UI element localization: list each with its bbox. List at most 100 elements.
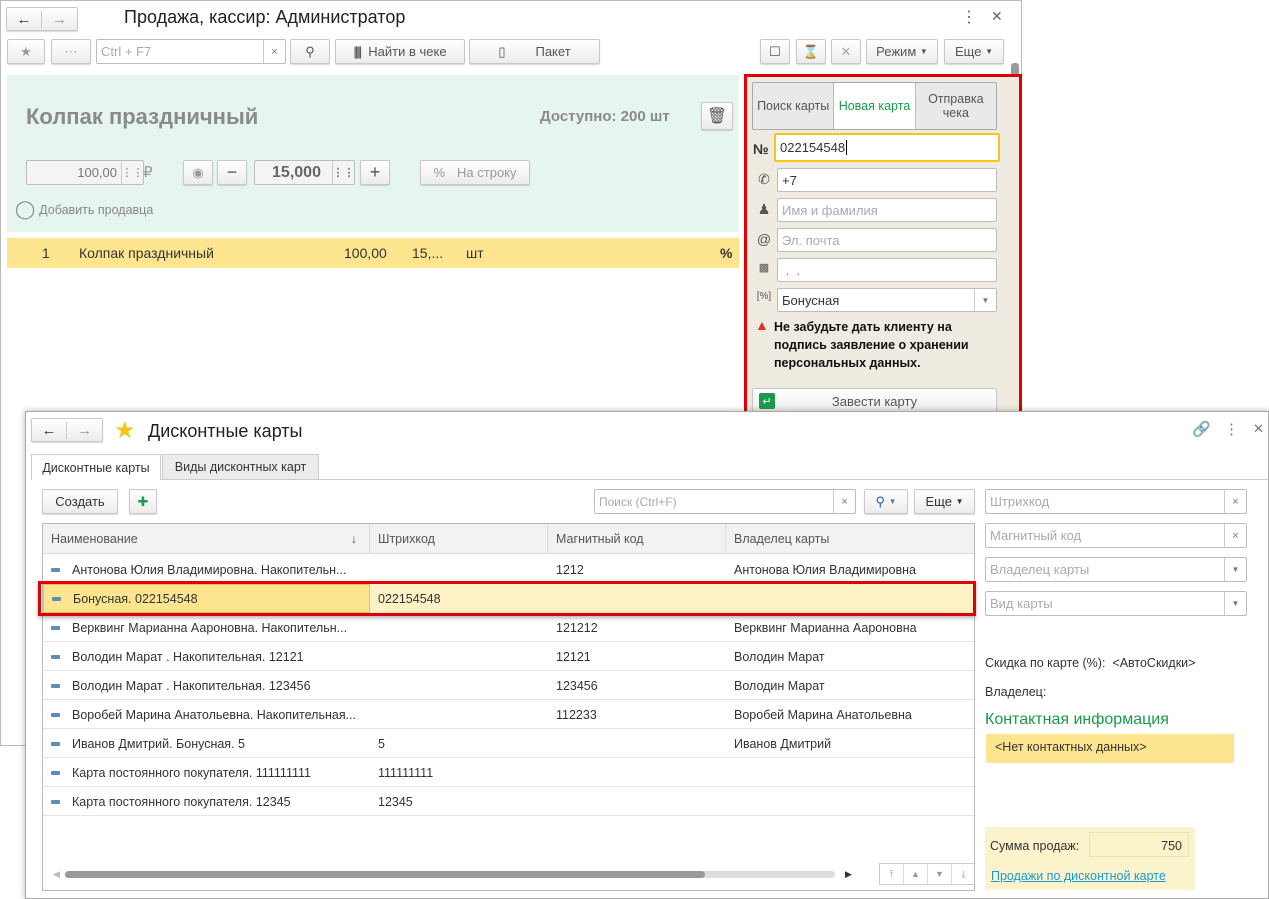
create-button[interactable]: Создать xyxy=(42,489,118,514)
forward-icon[interactable]: → xyxy=(67,422,102,439)
table-row[interactable]: Володин Марат . Накопительная. 123456 123… xyxy=(43,671,974,700)
owner-filter[interactable]: Владелец карты ▼ xyxy=(985,557,1247,582)
product-name: Колпак праздничный xyxy=(26,104,259,129)
keypad-button[interactable]: ⋯ xyxy=(51,39,91,64)
more-button[interactable]: Еще ▼ xyxy=(914,489,975,514)
tab-card-types[interactable]: Виды дисконтных карт xyxy=(162,454,319,480)
down-icon[interactable]: ▼ xyxy=(928,864,952,884)
copy-button[interactable]: ✚ xyxy=(129,489,157,514)
sales-label: Сумма продаж: xyxy=(990,839,1080,853)
scroll-left-icon[interactable]: ◀ xyxy=(53,869,60,880)
tab-search-card[interactable]: Поиск карты xyxy=(753,83,835,129)
dropdown-icon: ▼ xyxy=(985,47,993,56)
label: Еще xyxy=(925,494,952,509)
add-seller-link[interactable]: ◯ Добавить продавца xyxy=(15,199,153,220)
last-icon[interactable]: ⤓ xyxy=(952,864,974,884)
table-row[interactable]: Иванов Дмитрий. Бонусная. 5 5 Иванов Дмитр… xyxy=(43,729,974,758)
forward-icon[interactable]: → xyxy=(42,11,77,28)
search-button[interactable]: ⚲ xyxy=(290,39,330,64)
more-menu-icon[interactable]: ⋮ xyxy=(1224,420,1239,438)
dropdown-icon: ▼ xyxy=(888,497,897,506)
back-icon[interactable]: ← xyxy=(32,421,68,439)
barcode-filter[interactable]: Штрихкод × xyxy=(985,489,1247,514)
keypad-icon[interactable]: ⋮⋮ xyxy=(332,161,355,184)
postpone-button[interactable]: ⌛ xyxy=(796,39,826,64)
favorite-button[interactable]: ★ xyxy=(7,39,45,64)
card-icon xyxy=(51,741,60,746)
cell-name: Володин Марат . Накопительная. 123456 xyxy=(43,671,370,700)
bag-icon: ▯ xyxy=(498,43,506,59)
scroll-right-icon[interactable]: ▶ xyxy=(845,869,852,880)
package-button[interactable]: ▯ Пакет xyxy=(469,39,600,64)
comment-button[interactable]: ☐ xyxy=(760,39,790,64)
tab-send-receipt[interactable]: Отправка чека xyxy=(916,83,996,129)
placeholder: Владелец карты xyxy=(990,562,1090,577)
column-name[interactable]: Наименование ↓ xyxy=(43,524,370,554)
price-input[interactable]: 100,00 ⋮⋮ xyxy=(26,160,144,185)
clear-icon[interactable]: × xyxy=(263,40,285,63)
search-options-button[interactable]: ⚲ ▼ xyxy=(864,489,908,514)
table-row[interactable]: Карта постоянного покупателя. 111111111 1… xyxy=(43,758,974,787)
dropdown-icon[interactable]: ▼ xyxy=(974,289,996,311)
line-price: 100,00 xyxy=(344,245,387,261)
card-icon xyxy=(51,654,60,659)
column-magnetic[interactable]: Магнитный код xyxy=(548,524,726,554)
dropdown-icon[interactable]: ▼ xyxy=(1224,558,1246,581)
up-icon[interactable]: ▲ xyxy=(904,864,928,884)
receipt-line[interactable]: 1 Колпак праздничный 100,00 15,... шт % xyxy=(7,238,739,268)
card-type-filter[interactable]: Вид карты ▼ xyxy=(985,591,1247,616)
first-icon[interactable]: ⤒ xyxy=(880,864,904,884)
table-row[interactable]: Володин Марат . Накопительная. 12121 1212… xyxy=(43,642,974,671)
mode-button[interactable]: Режим ▼ xyxy=(866,39,938,64)
delete-button[interactable]: 🗑 xyxy=(701,102,733,130)
more-menu-icon[interactable]: ⋮ xyxy=(961,7,977,27)
cell-name: Воробей Марина Анатольевна. Накопительна… xyxy=(43,700,370,729)
email-input[interactable]: Эл. почта xyxy=(777,228,997,252)
decrease-button[interactable]: − xyxy=(217,160,247,185)
selected-row-frame xyxy=(38,581,976,616)
table-row[interactable]: Воробей Марина Анатольевна. Накопительна… xyxy=(43,700,974,729)
keypad-icon[interactable]: ⋮⋮ xyxy=(121,161,144,184)
keypad-icon: ⋯ xyxy=(64,43,78,59)
search-input[interactable]: Поиск (Ctrl+F) × xyxy=(594,489,856,514)
tab-new-card[interactable]: Новая карта xyxy=(834,83,916,129)
table-row[interactable]: Верквинг Марианна Аароновна. Накопительн… xyxy=(43,613,974,642)
dropdown-icon[interactable]: ▼ xyxy=(1224,592,1246,615)
magnetic-filter[interactable]: Магнитный код × xyxy=(985,523,1247,548)
cancel-button[interactable]: ✕ xyxy=(831,39,861,64)
cell-text: Антонова Юлия Владимировна xyxy=(734,562,916,577)
apply-to-line-button[interactable]: % На строку xyxy=(420,160,530,185)
close-icon[interactable]: ✕ xyxy=(991,8,1003,25)
cell-name: Карта постоянного покупателя. 12345 xyxy=(43,787,370,816)
clear-icon[interactable]: × xyxy=(833,490,855,513)
find-in-receipt-button[interactable]: ||||| Найти в чеке xyxy=(335,39,465,64)
link-icon[interactable]: 🔗 xyxy=(1192,420,1211,438)
increase-button[interactable]: + xyxy=(360,160,390,185)
person-icon: ♟ xyxy=(757,201,771,217)
sales-link[interactable]: Продажи по дисконтной карте xyxy=(991,869,1166,883)
card-type-select[interactable]: Бонусная ▼ xyxy=(777,288,997,312)
more-button[interactable]: Еще ▼ xyxy=(944,39,1004,64)
back-icon[interactable]: ← xyxy=(7,10,43,28)
close-icon[interactable]: ✕ xyxy=(1253,421,1264,437)
table-row[interactable]: Карта постоянного покупателя. 12345 12345 xyxy=(43,787,974,816)
card-number-input[interactable]: 022154548 xyxy=(774,133,1000,162)
favorite-star-icon[interactable]: ★ xyxy=(114,416,136,445)
tab-discount-cards[interactable]: Дисконтные карты xyxy=(31,454,161,480)
horizontal-scrollbar[interactable] xyxy=(65,871,835,878)
clear-icon[interactable]: × xyxy=(1224,524,1246,547)
quick-search-input[interactable]: Ctrl + F7 × xyxy=(96,39,286,64)
column-barcode[interactable]: Штрихкод xyxy=(370,524,548,554)
quantity-input[interactable]: 15,000 ⋮⋮ xyxy=(254,160,355,185)
enter-icon: ↵ xyxy=(759,393,775,409)
view-button[interactable]: ◉ xyxy=(183,160,213,185)
phone-input[interactable]: +7 xyxy=(777,168,997,192)
clear-icon[interactable]: × xyxy=(1224,490,1246,513)
card-tabs: Поиск карты Новая карта Отправка чека xyxy=(752,82,997,130)
birthday-input[interactable]: . . xyxy=(777,258,997,282)
column-owner[interactable]: Владелец карты xyxy=(726,524,974,554)
currency: ₽ xyxy=(143,164,153,181)
search-icon: ⚲ xyxy=(305,43,315,59)
name-input[interactable]: Имя и фамилия xyxy=(777,198,997,222)
table-row[interactable]: Антонова Юлия Владимировна. Накопительн.… xyxy=(43,555,974,584)
